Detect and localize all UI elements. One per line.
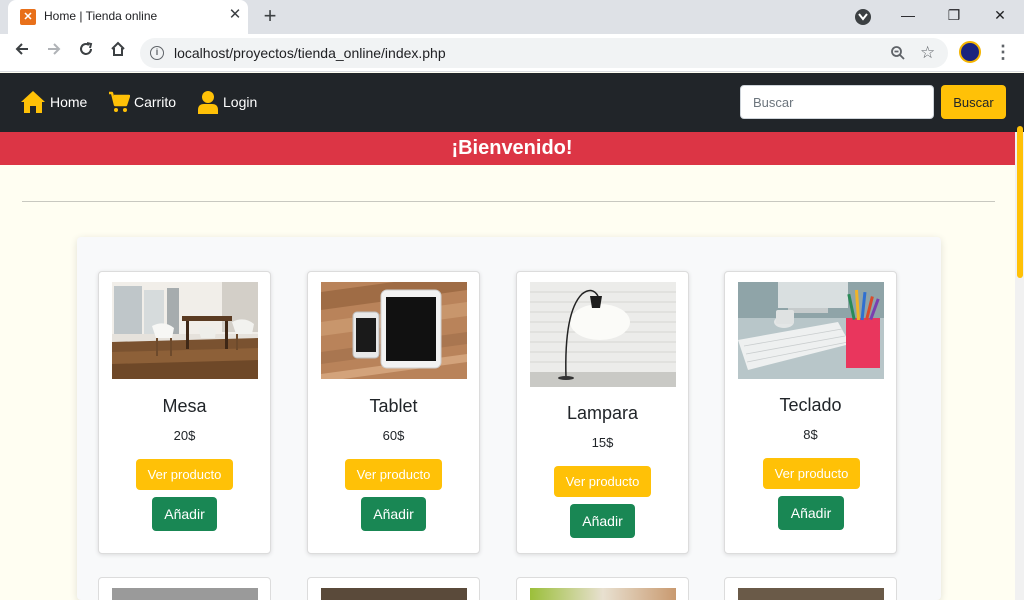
search-input[interactable] xyxy=(740,85,934,119)
url-text[interactable]: localhost/proyectos/tienda_online/index.… xyxy=(174,45,446,61)
view-product-button[interactable]: Ver producto xyxy=(345,459,442,490)
nav-cart-label: Carrito xyxy=(134,94,177,110)
info-icon[interactable]: i xyxy=(150,46,164,60)
back-arrow-icon[interactable] xyxy=(8,39,36,67)
nav-login-label: Login xyxy=(223,94,258,110)
window-close-icon[interactable]: ✕ xyxy=(980,2,1020,28)
add-to-cart-button[interactable]: Añadir xyxy=(778,496,844,530)
browser-toolbar: i localhost/proyectos/tienda_online/inde… xyxy=(0,34,1024,72)
nav-home-link[interactable]: Home xyxy=(20,87,87,117)
product-image xyxy=(738,588,884,600)
product-card: Mesa 20$ Ver producto Añadir xyxy=(98,271,271,554)
nav-home-label: Home xyxy=(50,94,88,110)
product-card-partial xyxy=(307,577,480,600)
product-price: 60$ xyxy=(382,428,405,443)
zoom-icon[interactable] xyxy=(890,45,906,66)
product-name: Lampara xyxy=(566,403,639,423)
add-to-cart-button[interactable]: Añadir xyxy=(152,497,217,531)
product-image-table xyxy=(112,282,258,379)
browser-tab-bar: ✕ Home | Tienda online ✕ + — ❐ ✕ xyxy=(0,0,1024,34)
search-button[interactable]: Buscar xyxy=(941,85,1006,119)
nav-cart-link[interactable]: Carrito xyxy=(108,87,176,117)
view-product-button[interactable]: Ver producto xyxy=(554,466,651,497)
browser-menu-icon[interactable]: ⋮ xyxy=(994,40,1012,66)
product-image xyxy=(321,588,467,600)
welcome-banner: ¡Bienvenido! xyxy=(0,132,1024,165)
product-image xyxy=(112,588,258,600)
forward-arrow-icon[interactable] xyxy=(40,39,68,67)
view-product-button[interactable]: Ver producto xyxy=(763,458,860,489)
xampp-favicon-icon: ✕ xyxy=(20,9,36,25)
product-name: Mesa xyxy=(162,396,207,416)
browser-home-icon[interactable] xyxy=(104,39,132,67)
product-name: Tablet xyxy=(369,396,418,416)
address-bar[interactable]: i localhost/proyectos/tienda_online/inde… xyxy=(140,38,948,68)
product-card-partial xyxy=(516,577,689,600)
reload-icon[interactable] xyxy=(72,39,100,67)
scrollbar-thumb[interactable] xyxy=(1017,126,1023,278)
product-image-tablet xyxy=(321,282,467,379)
product-price: 20$ xyxy=(173,428,196,443)
view-product-button[interactable]: Ver producto xyxy=(136,459,233,490)
tab-title: Home | Tienda online xyxy=(44,9,158,23)
minimize-icon[interactable]: — xyxy=(888,2,928,28)
profile-avatar[interactable] xyxy=(959,41,981,63)
nav-login-link[interactable]: Login xyxy=(197,87,257,117)
close-tab-icon[interactable]: ✕ xyxy=(226,6,244,24)
product-card: Teclado 8$ Ver producto Añadir xyxy=(724,271,897,554)
site-navbar: Home Carrito Login Buscar xyxy=(0,73,1024,132)
cart-icon xyxy=(109,91,130,112)
product-card-partial xyxy=(724,577,897,600)
home-icon xyxy=(21,91,45,113)
tab-search-icon[interactable] xyxy=(855,9,871,25)
product-card-partial xyxy=(98,577,271,600)
add-to-cart-button[interactable]: Añadir xyxy=(361,497,426,531)
product-price: 8$ xyxy=(803,427,818,442)
product-image-keyboard xyxy=(738,282,884,379)
product-card: Lampara 15$ Ver producto Añadir xyxy=(516,271,689,554)
new-tab-icon[interactable]: + xyxy=(258,4,282,28)
product-price: 15$ xyxy=(591,435,614,450)
browser-tab[interactable]: ✕ Home | Tienda online ✕ xyxy=(8,0,248,34)
restore-icon[interactable]: ❐ xyxy=(934,2,974,28)
product-name: Teclado xyxy=(779,395,842,415)
product-image xyxy=(530,588,676,600)
divider xyxy=(22,201,995,202)
product-image-lamp xyxy=(530,282,676,387)
add-to-cart-button[interactable]: Añadir xyxy=(570,504,635,538)
user-icon xyxy=(198,91,218,114)
product-card: Tablet 60$ Ver producto Añadir xyxy=(307,271,480,554)
bookmark-star-icon[interactable]: ☆ xyxy=(920,43,935,63)
